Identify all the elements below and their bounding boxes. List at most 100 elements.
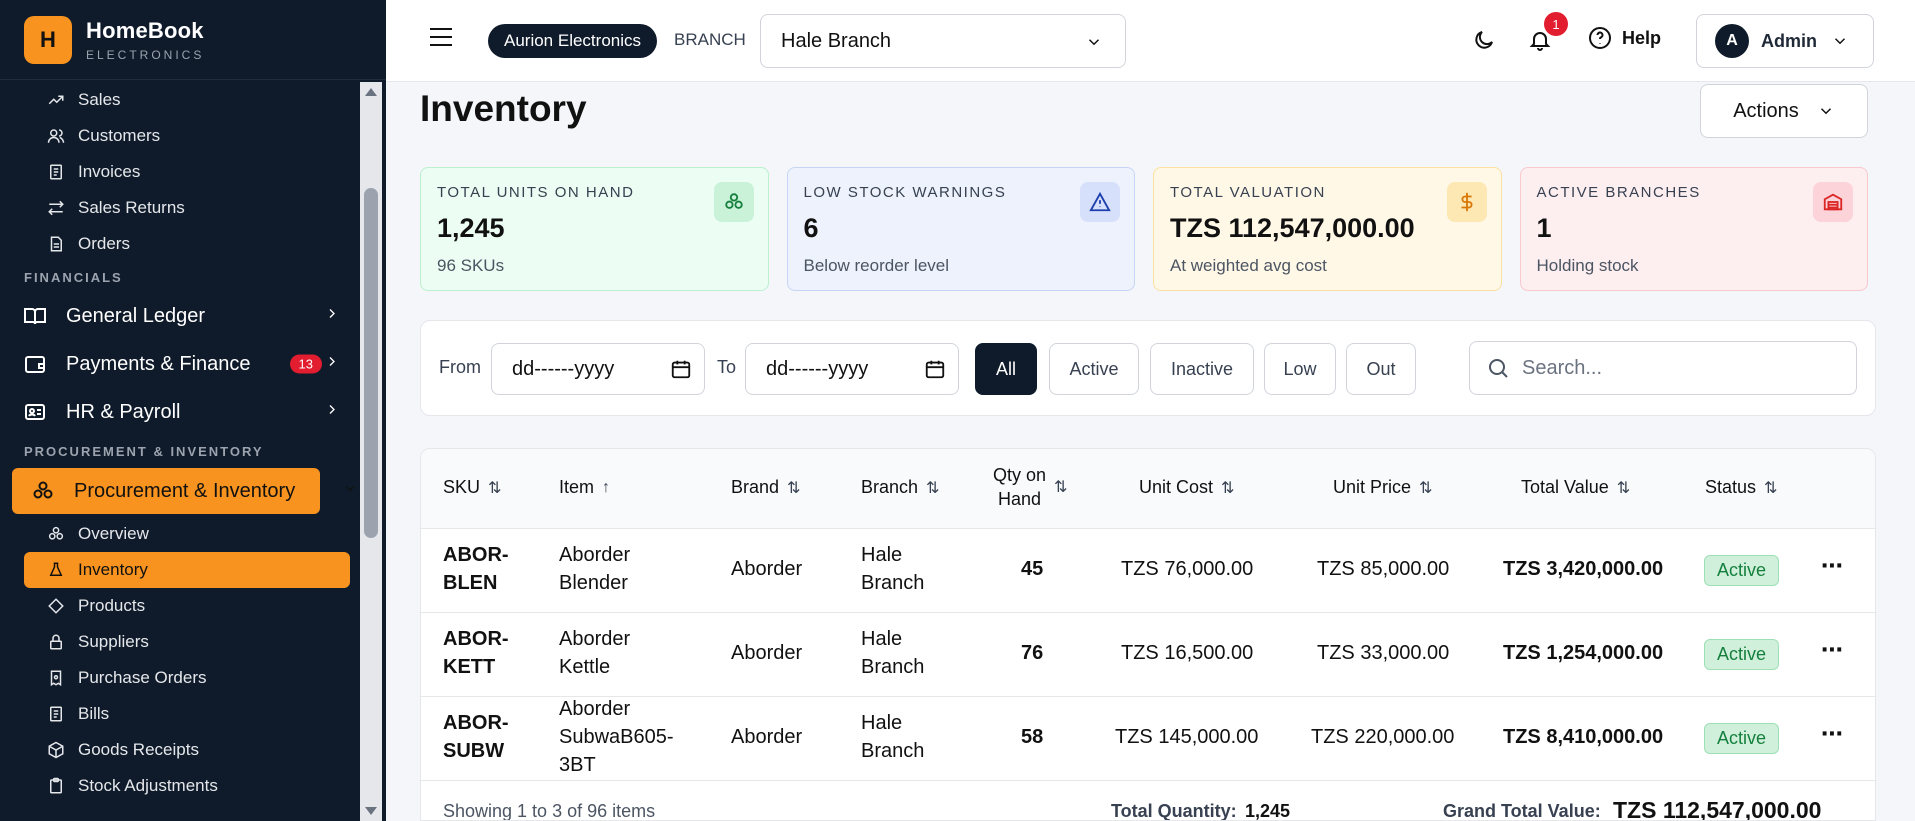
filter-chip-low[interactable]: Low <box>1264 343 1336 395</box>
filter-chip-active[interactable]: Active <box>1049 343 1139 395</box>
stat-value: TZS 112,547,000.00 <box>1170 213 1415 243</box>
sidebar-item-products[interactable]: Products <box>0 588 360 624</box>
sidebar-item-orders[interactable]: Orders <box>0 226 360 262</box>
from-date-input[interactable]: dd------yyyy <box>491 343 705 395</box>
column-header-brand[interactable]: Brand ⇅ <box>731 477 800 498</box>
trending-up-icon <box>46 90 66 110</box>
moon-icon[interactable] <box>1472 28 1496 57</box>
stat-label: ACTIVE BRANCHES <box>1536 184 1701 201</box>
total-value-cell: TZS 8,410,000.00 <box>1503 726 1664 748</box>
row-actions-more-icon[interactable]: ⋯ <box>1821 637 1844 663</box>
hamburger-menu-icon[interactable] <box>430 28 452 46</box>
boxes-icon <box>30 478 56 504</box>
to-date-input[interactable]: dd------yyyy <box>745 343 959 395</box>
column-header-qty[interactable]: Qty on Hand ⇅ <box>993 463 1067 511</box>
table-row[interactable]: ABOR- SUBW Aborder SubwaB605- 3BT Aborder H… <box>421 697 1875 781</box>
column-header-unit-price[interactable]: Unit Price ⇅ <box>1333 477 1432 498</box>
help-button[interactable]: Help <box>1588 26 1661 50</box>
column-header-total-value[interactable]: Total Value ⇅ <box>1521 477 1630 498</box>
warehouse-icon <box>1813 182 1853 222</box>
swap-icon <box>46 198 66 218</box>
sidebar-item-goods-receipts[interactable]: Goods Receipts <box>0 732 360 768</box>
sidebar-item-label: Invoices <box>78 162 141 181</box>
section-label-procurement: PROCUREMENT & INVENTORY <box>24 443 264 459</box>
table-row[interactable]: ABOR- BLEN Aborder Blender Aborder Hale Bra… <box>421 529 1875 613</box>
column-header-status[interactable]: Status ⇅ <box>1705 477 1777 498</box>
column-header-branch[interactable]: Branch ⇅ <box>861 477 939 498</box>
sidebar-item-bills[interactable]: Bills <box>0 696 360 732</box>
scroll-down-arrow-icon[interactable] <box>365 807 377 815</box>
chevron-right-icon <box>324 401 340 424</box>
branch-select[interactable]: Hale Branch <box>760 14 1126 68</box>
avatar: A <box>1715 24 1749 58</box>
sidebar-item-sales-returns[interactable]: Sales Returns <box>0 190 360 226</box>
branch-cell: Hale Branch <box>861 709 924 765</box>
sidebar-item-sales[interactable]: Sales <box>0 82 360 118</box>
stat-card-low-stock: LOW STOCK WARNINGS 6 Below reorder level <box>786 167 1135 291</box>
stat-label: TOTAL VALUATION <box>1170 184 1326 201</box>
column-header-item[interactable]: Item ↑ <box>559 477 610 498</box>
brand[interactable]: H HomeBook ELECTRONICS <box>0 0 386 80</box>
stat-value: 6 <box>803 213 819 243</box>
brand-cell: Aborder <box>731 726 803 748</box>
sidebar-item-suppliers[interactable]: Suppliers <box>0 624 360 660</box>
lock-icon <box>46 632 66 652</box>
actions-button[interactable]: Actions <box>1700 84 1868 138</box>
filter-chip-out[interactable]: Out <box>1346 343 1416 395</box>
total-value-cell: TZS 3,420,000.00 <box>1503 558 1664 580</box>
sidebar-item-purchase-orders[interactable]: Purchase Orders <box>0 660 360 696</box>
sidebar-group-hr-payroll[interactable]: HR & Payroll <box>0 388 360 436</box>
table-row[interactable]: ABOR- KETT Aborder Kettle Aborder Hale Bran… <box>421 613 1875 697</box>
sidebar-item-overview[interactable]: Overview <box>0 516 360 552</box>
sidebar-item-inventory[interactable]: Inventory <box>24 552 350 588</box>
filter-chip-all[interactable]: All <box>975 343 1037 395</box>
sort-ascending-icon: ↑ <box>602 478 611 496</box>
row-actions-more-icon[interactable]: ⋯ <box>1821 721 1844 747</box>
grand-total-label: Grand Total Value: <box>1443 801 1601 821</box>
invoice-icon <box>46 162 66 182</box>
column-header-unit-cost[interactable]: Unit Cost ⇅ <box>1139 477 1234 498</box>
status-badge: Active <box>1704 723 1780 754</box>
sidebar-item-customers[interactable]: Customers <box>0 118 360 154</box>
grand-total-value: TZS 112,547,000.00 <box>1613 797 1822 821</box>
branch-part: Branch <box>861 656 925 678</box>
calendar-icon[interactable] <box>924 358 946 386</box>
scroll-up-arrow-icon[interactable] <box>365 88 377 96</box>
status-badge: Active <box>1704 639 1780 670</box>
stat-label: LOW STOCK WARNINGS <box>803 184 1007 201</box>
sku-part: ABOR- <box>443 544 509 566</box>
from-date-placeholder: dd------yyyy <box>512 357 615 380</box>
branch-select-value: Hale Branch <box>781 29 892 52</box>
sidebar-item-label: Products <box>78 596 146 615</box>
unit-cost-cell: TZS 76,000.00 <box>1121 558 1254 580</box>
help-label: Help <box>1622 27 1662 48</box>
item-cell: Aborder Kettle <box>559 625 630 681</box>
search-input[interactable] <box>1522 356 1842 380</box>
sidebar-item-invoices[interactable]: Invoices <box>0 154 360 190</box>
sidebar-scrollbar[interactable] <box>360 82 382 821</box>
sidebar-group-payments-finance[interactable]: Payments & Finance 13 <box>0 340 360 388</box>
search-icon <box>1486 356 1510 380</box>
sort-icon: ⇅ <box>1054 479 1068 496</box>
search-box[interactable] <box>1469 341 1857 395</box>
chevron-right-icon <box>324 353 340 376</box>
sidebar-group-label: Procurement & Inventory <box>74 479 296 502</box>
sidebar-item-stock-adjustments[interactable]: Stock Adjustments <box>0 768 360 804</box>
sidebar-group-general-ledger[interactable]: General Ledger <box>0 292 360 340</box>
tag-icon <box>46 596 66 616</box>
branch-cell: Hale Branch <box>861 625 924 681</box>
sidebar-group-procurement-inventory[interactable]: Procurement & Inventory <box>12 468 355 514</box>
user-menu[interactable]: A Admin <box>1696 14 1874 68</box>
stat-subtitle: 96 SKUs <box>437 256 505 275</box>
scrollbar-thumb[interactable] <box>364 188 378 538</box>
row-actions-more-icon[interactable]: ⋯ <box>1821 553 1844 579</box>
filter-chip-inactive[interactable]: Inactive <box>1150 343 1254 395</box>
receipt-icon <box>46 668 66 688</box>
total-value-cell: TZS 1,254,000.00 <box>1503 642 1664 664</box>
column-header-sku[interactable]: SKU ⇅ <box>443 477 501 498</box>
calendar-icon[interactable] <box>670 358 692 386</box>
branch-part: Branch <box>861 572 925 594</box>
sort-icon: ⇅ <box>926 479 940 497</box>
sidebar-item-label: Inventory <box>78 560 148 579</box>
sku-cell: ABOR- BLEN <box>443 541 509 597</box>
